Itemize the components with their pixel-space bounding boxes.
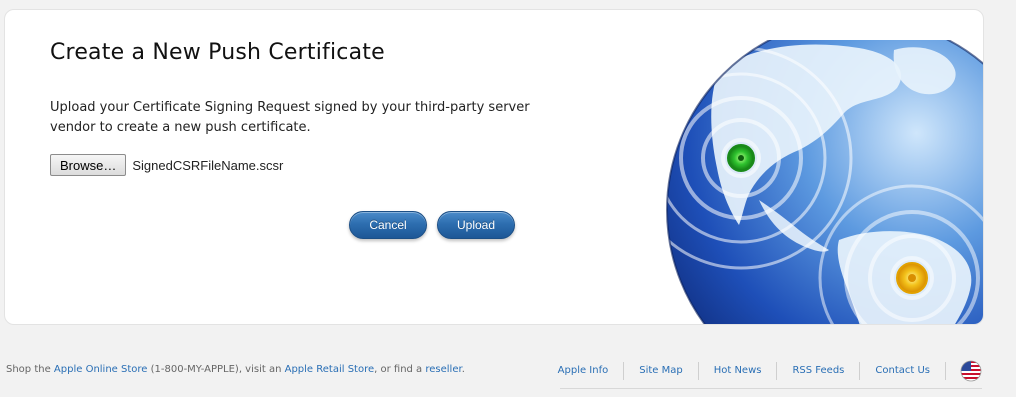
apple-online-store-link[interactable]: Apple Online Store [54,364,148,375]
footer-phone-text: (1-800-MY-APPLE), visit an [147,364,285,375]
hot-news-link[interactable]: Hot News [699,362,778,380]
page-description: Upload your Certificate Signing Request … [50,100,530,135]
store-info-text: Shop the Apple Online Store (1-800-MY-AP… [6,364,465,375]
footer-divider [560,388,982,389]
upload-button[interactable]: Upload [437,211,515,239]
cancel-button[interactable]: Cancel [349,211,427,239]
footer-text: , or find a [374,364,426,375]
footer-text: Shop the [6,364,54,375]
contact-us-link[interactable]: Contact Us [860,362,946,380]
page-title: Create a New Push Certificate [50,40,385,65]
rss-feeds-link[interactable]: RSS Feeds [777,362,861,380]
site-map-link[interactable]: Site Map [624,362,699,380]
reseller-link[interactable]: reseller [425,364,461,375]
globe-icon [666,17,983,324]
footer-text: . [461,364,465,375]
footer-nav: Apple Info Site Map Hot News RSS Feeds C… [558,357,982,385]
us-flag-icon[interactable] [960,360,982,382]
file-upload-row: Browse… SignedCSRFileName.scsr [50,153,283,177]
apple-retail-store-link[interactable]: Apple Retail Store [285,364,375,375]
apple-info-link[interactable]: Apple Info [558,362,625,380]
browse-button[interactable]: Browse… [50,154,127,176]
selected-file-name: SignedCSRFileName.scsr [132,157,284,173]
certificate-card: Create a New Push Certificate Upload you… [4,9,984,325]
globe-illustration [659,17,983,324]
